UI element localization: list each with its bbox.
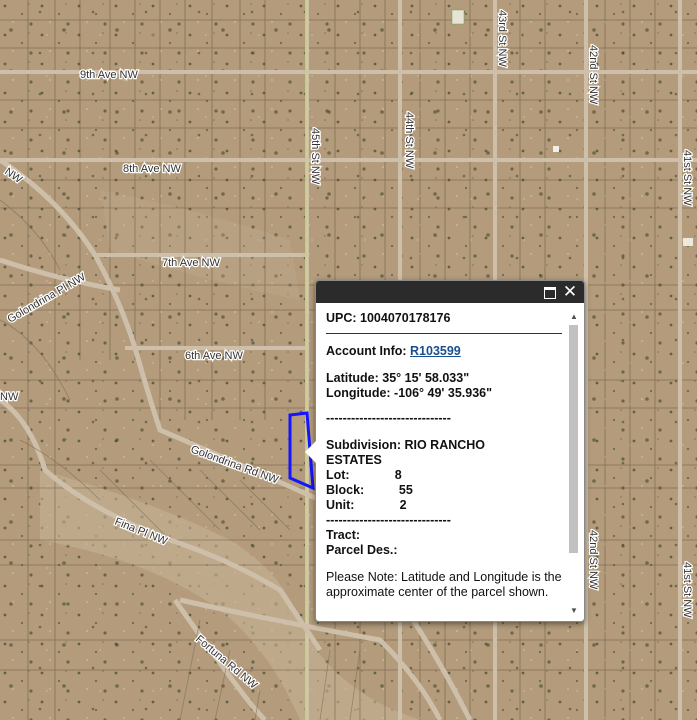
block-text: Block: 55 — [326, 483, 413, 497]
popup-scrollbar[interactable]: ▲ ▼ — [568, 311, 580, 617]
popup-pointer — [305, 441, 316, 463]
popup-content: UPC: 1004070178176 Account Info: R103599… — [326, 311, 562, 617]
account-link[interactable]: R103599 — [410, 344, 461, 358]
maximize-icon[interactable] — [542, 284, 558, 300]
divider-line — [326, 333, 562, 334]
street-label-9th-ave: 9th Ave NW — [80, 69, 138, 81]
separator-dashes-2: ------------------------------ — [326, 513, 451, 527]
street-label-45th-st: 45th St NW — [309, 128, 321, 185]
subdivision-text: Subdivision: RIO RANCHO — [326, 438, 486, 452]
subdivision-cont-text: ESTATES — [326, 453, 382, 467]
scroll-thumb[interactable] — [569, 325, 578, 553]
latitude-text: Latitude: 35° 15' 58.033" — [326, 371, 470, 385]
street-label-41st-st-top: 41st St NW — [681, 150, 693, 206]
street-label-42nd-st-top: 42nd St NW — [587, 45, 599, 105]
scroll-down-arrow-icon[interactable]: ▼ — [568, 605, 580, 617]
close-icon[interactable]: ✕ — [562, 284, 578, 301]
street-label-7th-ave: 7th Ave NW — [162, 257, 220, 269]
scroll-up-arrow-icon[interactable]: ▲ — [568, 311, 580, 323]
account-label: Account Info: — [326, 344, 411, 358]
street-label-41st-st-bottom: 41st St NW — [681, 562, 693, 618]
street-label-cut-mid: NW — [0, 391, 19, 403]
upc-text: UPC: 1004070178176 — [326, 311, 451, 325]
street-label-8th-ave: 8th Ave NW — [123, 163, 181, 175]
parcel-info-popup: ✕ UPC: 1004070178176 Account Info: R1035… — [305, 280, 585, 622]
longitude-text: Longitude: -106° 49' 35.936" — [326, 386, 493, 400]
street-label-44th-st: 44th St NW — [403, 112, 415, 169]
street-label-6th-ave: 6th Ave NW — [185, 350, 243, 362]
street-label-42nd-st-bottom: 42nd St NW — [587, 530, 599, 590]
popup-titlebar: ✕ — [316, 281, 584, 303]
unit-text: Unit: 2 — [326, 498, 407, 512]
tract-text: Tract: — [326, 528, 361, 542]
lot-text: Lot: 8 — [326, 468, 402, 482]
separator-dashes: ------------------------------ — [326, 411, 451, 425]
parcel-des-text: Parcel Des.: — [326, 543, 398, 557]
note-text: Please Note: Latitude and Longitude is t… — [326, 570, 562, 599]
street-label-43rd-st: 43rd St NW — [496, 10, 508, 67]
